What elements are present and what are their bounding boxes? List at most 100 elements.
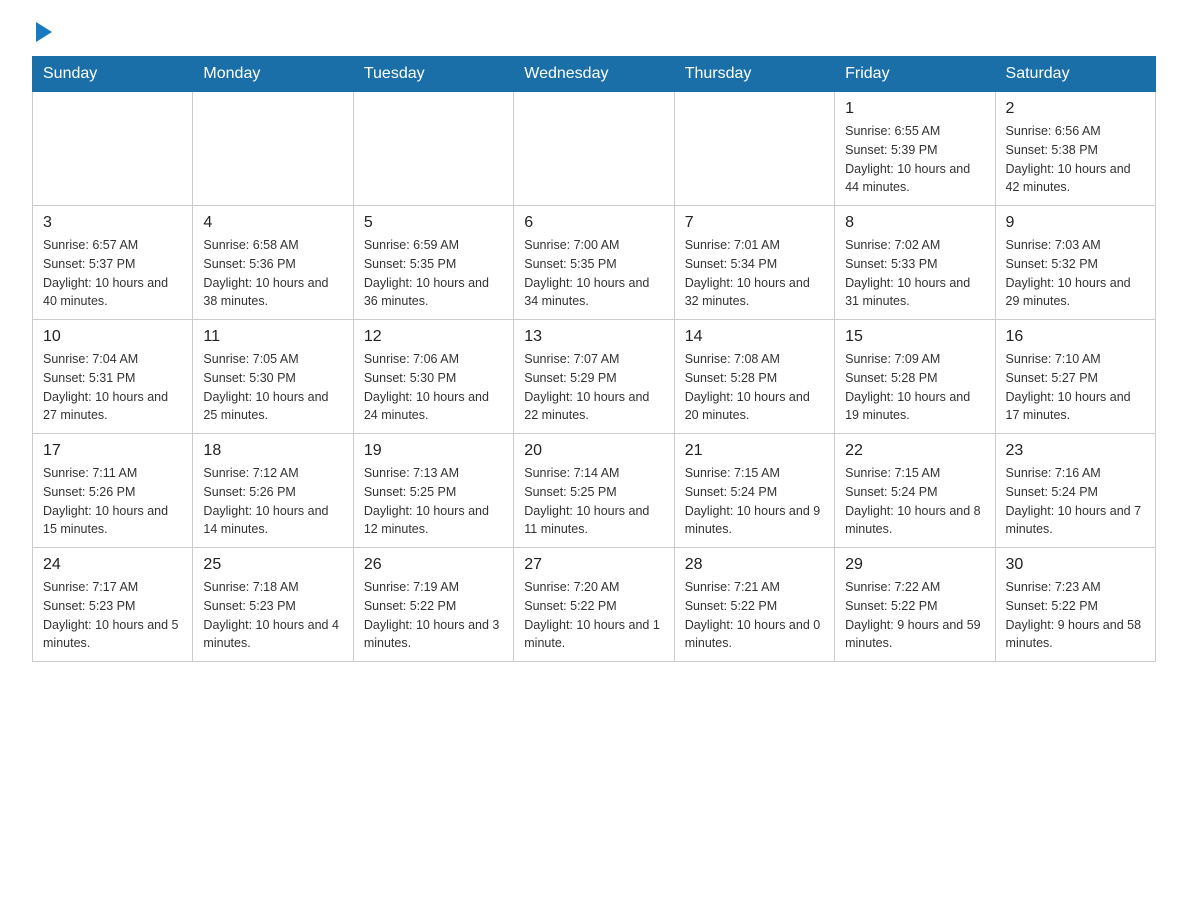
calendar-table: Sunday Monday Tuesday Wednesday Thursday… bbox=[32, 56, 1156, 662]
calendar-week-row: 3Sunrise: 6:57 AMSunset: 5:37 PMDaylight… bbox=[33, 206, 1156, 320]
day-number: 7 bbox=[685, 214, 824, 232]
table-row: 10Sunrise: 7:04 AMSunset: 5:31 PMDayligh… bbox=[33, 320, 193, 434]
day-number: 26 bbox=[364, 556, 503, 574]
calendar-week-row: 10Sunrise: 7:04 AMSunset: 5:31 PMDayligh… bbox=[33, 320, 1156, 434]
table-row: 28 Sunrise: 7:21 AMSunset: 5:22 PMDayligh… bbox=[674, 548, 834, 662]
table-row: 26Sunrise: 7:19 AMSunset: 5:22 PMDayligh… bbox=[353, 548, 513, 662]
day-number: 15 bbox=[845, 328, 984, 346]
sun-info: Sunrise: 7:08 AMSunset: 5:28 PMDaylight:… bbox=[685, 350, 824, 425]
day-number: 19 bbox=[364, 442, 503, 460]
col-sunday: Sunday bbox=[33, 57, 193, 92]
sun-info: Sunrise: 7:05 AMSunset: 5:30 PMDaylight:… bbox=[203, 350, 342, 425]
day-number: 21 bbox=[685, 442, 824, 460]
sun-info: Sunrise: 7:11 AMSunset: 5:26 PMDaylight:… bbox=[43, 464, 182, 539]
day-number: 11 bbox=[203, 328, 342, 346]
table-row: 11 Sunrise: 7:05 AMSunset: 5:30 PMDayligh… bbox=[193, 320, 353, 434]
sun-info: Sunrise: 7:14 AMSunset: 5:25 PMDaylight:… bbox=[524, 464, 663, 539]
sun-info: Sunrise: 7:15 AMSunset: 5:24 PMDaylight:… bbox=[685, 464, 824, 539]
sun-info: Sunrise: 7:10 AMSunset: 5:27 PMDaylight:… bbox=[1006, 350, 1145, 425]
col-wednesday: Wednesday bbox=[514, 57, 674, 92]
table-row bbox=[514, 92, 674, 206]
table-row: 9Sunrise: 7:03 AMSunset: 5:32 PMDaylight… bbox=[995, 206, 1155, 320]
calendar-week-row: 24 Sunrise: 7:17 AMSunset: 5:23 PMDayligh… bbox=[33, 548, 1156, 662]
table-row: 24 Sunrise: 7:17 AMSunset: 5:23 PMDayligh… bbox=[33, 548, 193, 662]
table-row: 3Sunrise: 6:57 AMSunset: 5:37 PMDaylight… bbox=[33, 206, 193, 320]
day-number: 20 bbox=[524, 442, 663, 460]
day-number: 8 bbox=[845, 214, 984, 232]
day-number: 22 bbox=[845, 442, 984, 460]
sun-info: Sunrise: 7:04 AMSunset: 5:31 PMDaylight:… bbox=[43, 350, 182, 425]
day-number: 12 bbox=[364, 328, 503, 346]
day-number: 2 bbox=[1006, 100, 1145, 118]
sun-info: Sunrise: 6:58 AMSunset: 5:36 PMDaylight:… bbox=[203, 236, 342, 311]
table-row bbox=[353, 92, 513, 206]
day-number: 27 bbox=[524, 556, 663, 574]
sun-info: Sunrise: 7:13 AMSunset: 5:25 PMDaylight:… bbox=[364, 464, 503, 539]
table-row bbox=[33, 92, 193, 206]
sun-info: Sunrise: 7:20 AMSunset: 5:22 PMDaylight:… bbox=[524, 578, 663, 653]
table-row: 14 Sunrise: 7:08 AMSunset: 5:28 PMDayligh… bbox=[674, 320, 834, 434]
day-number: 30 bbox=[1006, 556, 1145, 574]
table-row: 2 Sunrise: 6:56 AMSunset: 5:38 PMDaylight… bbox=[995, 92, 1155, 206]
page-header bbox=[32, 24, 1156, 40]
table-row: 19 Sunrise: 7:13 AMSunset: 5:25 PMDayligh… bbox=[353, 434, 513, 548]
calendar-header-row: Sunday Monday Tuesday Wednesday Thursday… bbox=[33, 57, 1156, 92]
sun-info: Sunrise: 7:06 AMSunset: 5:30 PMDaylight:… bbox=[364, 350, 503, 425]
day-number: 28 bbox=[685, 556, 824, 574]
sun-info: Sunrise: 7:01 AMSunset: 5:34 PMDaylight:… bbox=[685, 236, 824, 311]
day-number: 23 bbox=[1006, 442, 1145, 460]
sun-info: Sunrise: 7:07 AMSunset: 5:29 PMDaylight:… bbox=[524, 350, 663, 425]
day-number: 9 bbox=[1006, 214, 1145, 232]
table-row: 21 Sunrise: 7:15 AMSunset: 5:24 PMDayligh… bbox=[674, 434, 834, 548]
sun-info: Sunrise: 6:56 AMSunset: 5:38 PMDaylight:… bbox=[1006, 122, 1145, 197]
day-number: 6 bbox=[524, 214, 663, 232]
table-row: 13 Sunrise: 7:07 AMSunset: 5:29 PMDayligh… bbox=[514, 320, 674, 434]
table-row: 17Sunrise: 7:11 AMSunset: 5:26 PMDayligh… bbox=[33, 434, 193, 548]
table-row: 1 Sunrise: 6:55 AMSunset: 5:39 PMDaylight… bbox=[835, 92, 995, 206]
day-number: 3 bbox=[43, 214, 182, 232]
sun-info: Sunrise: 7:00 AMSunset: 5:35 PMDaylight:… bbox=[524, 236, 663, 311]
table-row: 15 Sunrise: 7:09 AMSunset: 5:28 PMDayligh… bbox=[835, 320, 995, 434]
col-thursday: Thursday bbox=[674, 57, 834, 92]
sun-info: Sunrise: 7:12 AMSunset: 5:26 PMDaylight:… bbox=[203, 464, 342, 539]
day-number: 14 bbox=[685, 328, 824, 346]
table-row bbox=[674, 92, 834, 206]
table-row: 27 Sunrise: 7:20 AMSunset: 5:22 PMDayligh… bbox=[514, 548, 674, 662]
table-row: 18 Sunrise: 7:12 AMSunset: 5:26 PMDayligh… bbox=[193, 434, 353, 548]
table-row: 7 Sunrise: 7:01 AMSunset: 5:34 PMDaylight… bbox=[674, 206, 834, 320]
day-number: 13 bbox=[524, 328, 663, 346]
col-friday: Friday bbox=[835, 57, 995, 92]
sun-info: Sunrise: 7:02 AMSunset: 5:33 PMDaylight:… bbox=[845, 236, 984, 311]
table-row: 4 Sunrise: 6:58 AMSunset: 5:36 PMDaylight… bbox=[193, 206, 353, 320]
day-number: 24 bbox=[43, 556, 182, 574]
sun-info: Sunrise: 7:21 AMSunset: 5:22 PMDaylight:… bbox=[685, 578, 824, 653]
day-number: 25 bbox=[203, 556, 342, 574]
sun-info: Sunrise: 7:16 AMSunset: 5:24 PMDaylight:… bbox=[1006, 464, 1145, 539]
table-row: 25Sunrise: 7:18 AMSunset: 5:23 PMDayligh… bbox=[193, 548, 353, 662]
sun-info: Sunrise: 7:17 AMSunset: 5:23 PMDaylight:… bbox=[43, 578, 182, 653]
day-number: 1 bbox=[845, 100, 984, 118]
table-row: 5 Sunrise: 6:59 AMSunset: 5:35 PMDaylight… bbox=[353, 206, 513, 320]
day-number: 5 bbox=[364, 214, 503, 232]
sun-info: Sunrise: 6:59 AMSunset: 5:35 PMDaylight:… bbox=[364, 236, 503, 311]
sun-info: Sunrise: 6:55 AMSunset: 5:39 PMDaylight:… bbox=[845, 122, 984, 197]
day-number: 18 bbox=[203, 442, 342, 460]
col-tuesday: Tuesday bbox=[353, 57, 513, 92]
table-row: 6 Sunrise: 7:00 AMSunset: 5:35 PMDaylight… bbox=[514, 206, 674, 320]
table-row: 29 Sunrise: 7:22 AMSunset: 5:22 PMDayligh… bbox=[835, 548, 995, 662]
table-row: 12 Sunrise: 7:06 AMSunset: 5:30 PMDayligh… bbox=[353, 320, 513, 434]
table-row: 22Sunrise: 7:15 AMSunset: 5:24 PMDayligh… bbox=[835, 434, 995, 548]
table-row bbox=[193, 92, 353, 206]
calendar-week-row: 1 Sunrise: 6:55 AMSunset: 5:39 PMDaylight… bbox=[33, 92, 1156, 206]
table-row: 30Sunrise: 7:23 AMSunset: 5:22 PMDayligh… bbox=[995, 548, 1155, 662]
table-row: 23 Sunrise: 7:16 AMSunset: 5:24 PMDayligh… bbox=[995, 434, 1155, 548]
col-saturday: Saturday bbox=[995, 57, 1155, 92]
logo bbox=[32, 24, 54, 40]
calendar-week-row: 17Sunrise: 7:11 AMSunset: 5:26 PMDayligh… bbox=[33, 434, 1156, 548]
day-number: 4 bbox=[203, 214, 342, 232]
sun-info: Sunrise: 7:22 AMSunset: 5:22 PMDaylight:… bbox=[845, 578, 984, 653]
table-row: 8 Sunrise: 7:02 AMSunset: 5:33 PMDaylight… bbox=[835, 206, 995, 320]
sun-info: Sunrise: 7:09 AMSunset: 5:28 PMDaylight:… bbox=[845, 350, 984, 425]
day-number: 29 bbox=[845, 556, 984, 574]
logo-triangle-icon bbox=[36, 22, 52, 42]
